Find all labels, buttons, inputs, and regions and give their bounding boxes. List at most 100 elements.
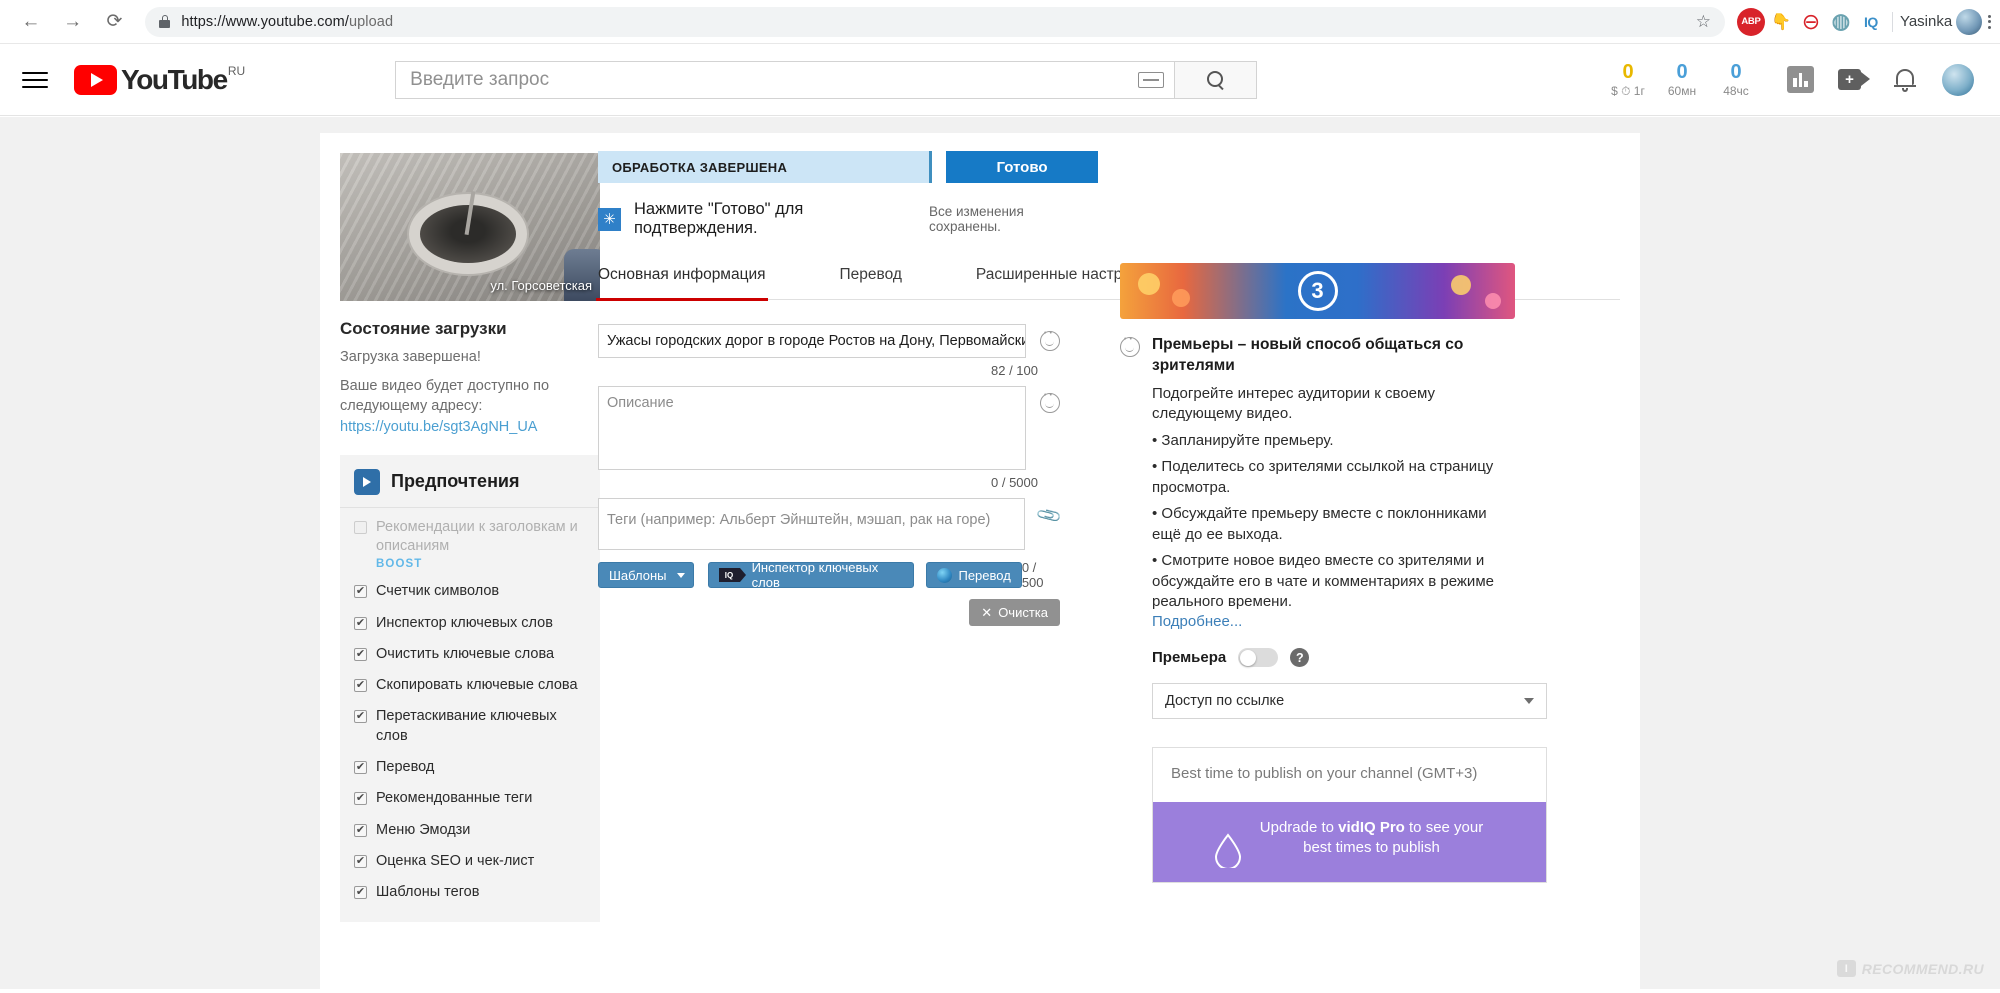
- vidiq-stat-48h[interactable]: 0 48чс: [1709, 61, 1763, 98]
- star-badge-icon: ✳: [598, 207, 621, 231]
- emoji-menu-icon[interactable]: [1040, 330, 1060, 351]
- templates-button[interactable]: Шаблоны: [598, 562, 694, 588]
- center-panel: ОБРАБОТКА ЗАВЕРШЕНА Готово ✳ Нажмите "Го…: [596, 151, 1620, 626]
- youtube-logo[interactable]: YouTube RU: [74, 63, 245, 95]
- preference-label: Оценка SEO и чек-лист: [376, 852, 535, 869]
- vidiq-stat-value: 0: [1622, 60, 1634, 83]
- done-button[interactable]: Готово: [946, 151, 1098, 183]
- water-drop-icon[interactable]: ◍: [1827, 8, 1855, 36]
- back-button[interactable]: ←: [14, 5, 48, 39]
- video-tags-input[interactable]: Теги (например: Альберт Эйнштейн, мэшап,…: [598, 498, 1025, 550]
- forward-button[interactable]: →: [56, 5, 90, 39]
- checkbox-checked-icon[interactable]: ✔: [354, 679, 367, 693]
- preferences-card: Предпочтения Рекомендации к заголовкам и…: [340, 454, 600, 923]
- title-field-row: Ужасы городских дорог в городе Ростов на…: [598, 324, 1060, 358]
- checkbox-checked-icon[interactable]: ✔: [354, 792, 367, 806]
- video-thumbnail[interactable]: ул. Горсоветская: [340, 153, 600, 301]
- checkbox-checked-icon[interactable]: ✔: [354, 886, 367, 900]
- tags-counter: 0 / 500: [1021, 560, 1044, 590]
- search-icon: [1207, 71, 1224, 88]
- preference-item-drag-keywords[interactable]: ✔ Перетаскивание ключевых слов: [340, 701, 600, 752]
- hint-text: Нажмите "Готово" для подтверждения.: [634, 200, 804, 237]
- attachment-clip-icon[interactable]: 📎: [1035, 502, 1064, 531]
- checkbox-checked-icon[interactable]: ✔: [354, 616, 367, 630]
- youtube-masthead: YouTube RU Введите запрос 0 $ ⏱ 1г 0 60м…: [0, 44, 2000, 116]
- hint-row: ✳ Нажмите "Готово" для подтверждения. Вс…: [598, 200, 1098, 238]
- preference-label: Скопировать ключевые слова: [376, 677, 578, 694]
- privacy-select-value: Доступ по ссылке: [1165, 693, 1285, 709]
- guide-menu-icon[interactable]: [22, 71, 48, 88]
- title-counter: 82 / 100: [991, 363, 1038, 378]
- browser-profile-name[interactable]: Yasinka: [1900, 13, 1952, 30]
- preference-item-tag-templates[interactable]: ✔ Шаблоны тегов: [340, 877, 600, 908]
- checkbox-checked-icon[interactable]: ✔: [354, 760, 367, 774]
- tab-translation[interactable]: Перевод: [840, 266, 902, 299]
- learn-more-link[interactable]: Подробнее...: [1152, 613, 1242, 630]
- search-input[interactable]: Введите запрос: [395, 60, 1176, 99]
- video-description-input[interactable]: Описание: [598, 386, 1026, 470]
- tab-basic-info[interactable]: Основная информация: [596, 266, 768, 301]
- keyboard-icon[interactable]: [1138, 71, 1165, 88]
- account-avatar[interactable]: [1942, 63, 1974, 96]
- analytics-icon[interactable]: [1787, 66, 1814, 93]
- vidiq-drop-icon: [1214, 833, 1241, 868]
- preference-item-translate[interactable]: ✔ Перевод: [340, 752, 600, 783]
- preference-item-clear-keywords[interactable]: ✔ Очистить ключевые слова: [340, 639, 600, 670]
- notifications-bell-icon[interactable]: [1894, 68, 1916, 92]
- video-url-link[interactable]: https://youtu.be/sgt3AgNH_UA: [340, 419, 582, 435]
- preference-item-boost[interactable]: Рекомендации к заголовкам и описаниям BO…: [340, 512, 600, 577]
- vidiq-stat-revenue[interactable]: 0 $ ⏱ 1г: [1601, 61, 1655, 99]
- checkbox-checked-icon[interactable]: ✔: [354, 854, 367, 868]
- emoji-menu-icon-description[interactable]: [1040, 392, 1060, 413]
- address-bar[interactable]: https://www.youtube.com/upload ☆: [145, 6, 1725, 37]
- video-camera-icon[interactable]: +: [1838, 69, 1870, 90]
- vidiq-extension-icon[interactable]: IQ: [1857, 8, 1885, 36]
- video-title-input[interactable]: Ужасы городских дорог в городе Ростов на…: [598, 324, 1026, 358]
- preference-item-seo-score[interactable]: ✔ Оценка SEO и чек-лист: [340, 846, 600, 877]
- reload-button[interactable]: ⟳: [98, 5, 132, 39]
- premiere-bullet: • Запланируйте премьеру.: [1152, 431, 1334, 449]
- vidiq-stat-label: 48чс: [1723, 84, 1749, 98]
- description-field-row: Описание: [598, 386, 1060, 470]
- translate-button[interactable]: Перевод: [926, 562, 1022, 588]
- checkbox-unchecked-icon[interactable]: [354, 520, 367, 534]
- chrome-menu-icon[interactable]: [1988, 14, 1992, 29]
- checkbox-checked-icon[interactable]: ✔: [354, 710, 367, 724]
- checkbox-checked-icon[interactable]: ✔: [354, 585, 367, 599]
- premiere-label: Премьера: [1152, 649, 1227, 666]
- preference-label: Очистить ключевые слова: [376, 645, 555, 662]
- preferences-title: Предпочтения: [391, 471, 520, 492]
- chevron-down-icon: [1524, 698, 1534, 704]
- checkbox-checked-icon[interactable]: ✔: [354, 647, 367, 661]
- vidiq-stat-label: 60мн: [1667, 84, 1697, 98]
- preference-item-emoji-menu[interactable]: ✔ Меню Эмодзи: [340, 815, 600, 846]
- browser-profile-avatar[interactable]: [1956, 8, 1983, 35]
- keyword-inspector-label: Инспектор ключевых слов: [751, 560, 879, 590]
- help-icon[interactable]: ?: [1290, 648, 1310, 667]
- adblock-plus-icon[interactable]: ABP: [1736, 7, 1765, 36]
- premiere-banner-number: 3: [1297, 271, 1338, 311]
- preference-item-char-counter[interactable]: ✔ Счетчик символов: [340, 576, 600, 607]
- ghostery-icon[interactable]: ⊖: [1797, 8, 1825, 36]
- templates-button-label: Шаблоны: [609, 567, 667, 583]
- preference-item-recommended-tags[interactable]: ✔ Рекомендованные теги: [340, 783, 600, 814]
- upload-content-card: ул. Горсоветская Состояние загрузки Загр…: [320, 133, 1640, 993]
- premiere-toggle[interactable]: [1238, 648, 1279, 667]
- search-button[interactable]: [1175, 60, 1258, 99]
- youtube-wordmark: YouTube: [121, 63, 228, 95]
- vidiq-upgrade-promo[interactable]: Updrade to vidIQ Pro to see your best ti…: [1153, 801, 1546, 882]
- emoji-menu-icon-promo[interactable]: [1120, 336, 1140, 357]
- bookmark-star-icon[interactable]: ☆: [1696, 12, 1711, 32]
- globe-icon: [937, 567, 953, 583]
- download-hand-icon[interactable]: 👇: [1767, 8, 1795, 36]
- keyword-inspector-button[interactable]: IQ Инспектор ключевых слов: [707, 560, 915, 590]
- vidiq-upgrade-text: Updrade to vidIQ Pro to see your best ti…: [1257, 818, 1487, 859]
- clear-button[interactable]: ✕ Очистка: [969, 599, 1060, 626]
- preference-item-copy-keywords[interactable]: ✔ Скопировать ключевые слова: [340, 670, 600, 701]
- checkbox-checked-icon[interactable]: ✔: [354, 823, 367, 837]
- vidiq-stat-60min[interactable]: 0 60мн: [1655, 61, 1709, 98]
- preference-item-keyword-inspector[interactable]: ✔ Инспектор ключевых слов: [340, 608, 600, 639]
- clear-row: ✕ Очистка: [598, 590, 1060, 626]
- premiere-promo-body: Премьеры – новый способ общаться со зрит…: [1152, 335, 1512, 631]
- privacy-select[interactable]: Доступ по ссылке: [1152, 683, 1547, 719]
